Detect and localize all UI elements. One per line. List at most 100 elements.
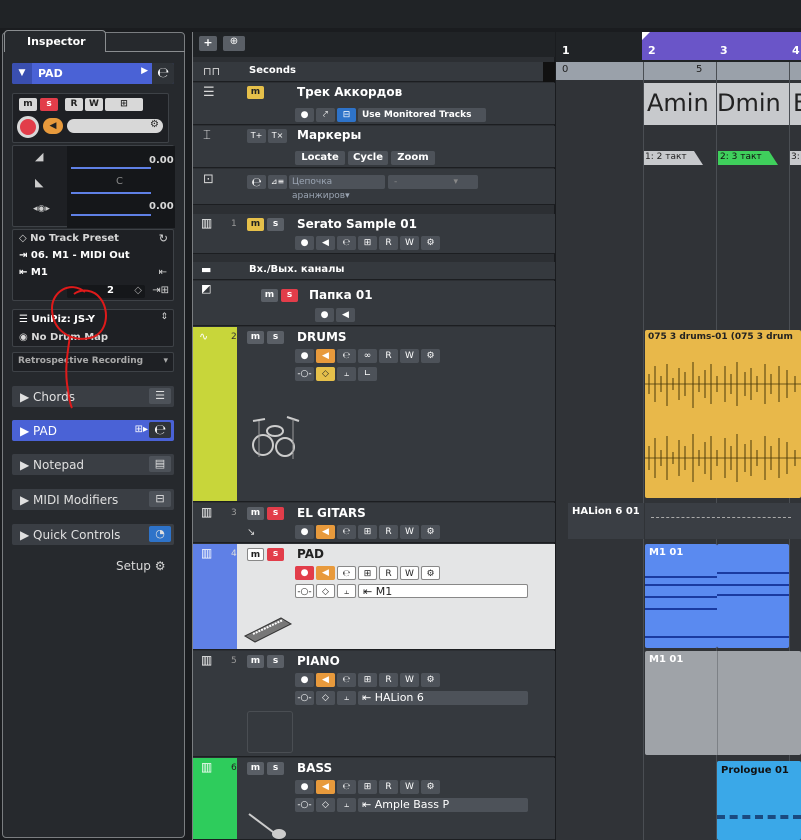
solo-button[interactable]: s: [267, 218, 284, 231]
clip-title: M1 01: [649, 547, 684, 558]
halion-event[interactable]: HALion 6 01: [568, 503, 644, 539]
track-serato[interactable]: ▥ 1 m s Serato Sample 01 ● ◀ ℮ ⊞ R W ⚙: [193, 214, 555, 254]
clip-title: Prologue 01: [721, 765, 789, 776]
locate-button[interactable]: Locate: [295, 151, 345, 165]
track-piano[interactable]: ▥ 5 m s PIANO ● ◀ ℮ ⊞ R W ⚙ -○- ◇ ⫠ ⇤ HA…: [193, 651, 555, 757]
add-track-options-icon[interactable]: ⊕: [223, 36, 245, 51]
instrument-icon: ⊞▸: [134, 424, 148, 435]
mute-button[interactable]: m: [247, 331, 264, 344]
volume-slider[interactable]: [71, 167, 151, 169]
pan-slider[interactable]: [71, 192, 151, 194]
midi-event[interactable]: Prologue 01: [717, 761, 801, 840]
solo-button[interactable]: s: [267, 331, 284, 344]
arranger-event-select[interactable]: - ▾: [388, 175, 478, 189]
read-icon: R: [379, 673, 398, 687]
track-name: BASS: [297, 761, 333, 775]
eq-icon: ⫠: [337, 798, 356, 812]
section-midi-modifiers[interactable]: ▶ MIDI Modifiers ⊟: [12, 489, 174, 510]
mute-button[interactable]: m: [247, 86, 264, 99]
tab-divider: [105, 51, 185, 52]
setup-button[interactable]: Setup ⚙: [116, 559, 166, 573]
track-drums[interactable]: ∿ 2 m s DRUMS ● ◀ ℮ ∞ R W ⚙ -○- ◇ ⫠ ∟: [193, 327, 555, 502]
solo-button[interactable]: s: [267, 762, 284, 775]
stepper-icon[interactable]: ⇕: [160, 312, 168, 322]
inspector-track-header[interactable]: ▼ PAD ▶ ℮: [12, 63, 174, 84]
mute-button[interactable]: m: [247, 507, 264, 520]
cycle-button[interactable]: Cycle: [348, 151, 388, 165]
midi-note: [645, 608, 717, 610]
drums-picture-icon: [252, 416, 300, 459]
chord-event: E: [793, 89, 801, 117]
ruler-track-label: Seconds: [249, 65, 297, 76]
delay-slider[interactable]: [71, 214, 151, 216]
section-pad[interactable]: ▶ PAD ⊞▸ ℮: [12, 420, 174, 441]
chord-lane[interactable]: Amin Dmin E: [643, 83, 801, 125]
monitor-icon: ◀: [336, 308, 355, 322]
output-routing[interactable]: ⇤ M1: [19, 267, 48, 278]
collapse-triangle-icon[interactable]: ▼: [12, 63, 32, 84]
notepad-icon: ▤: [149, 456, 171, 472]
edit-settings-bar[interactable]: ⚙: [67, 119, 163, 133]
folder-track[interactable]: ◩ m s Папка 01 ● ◀: [193, 281, 555, 326]
solo-button[interactable]: s: [40, 98, 58, 111]
marker-event[interactable]: 3:: [790, 151, 801, 165]
lanes-button[interactable]: ⊞: [105, 98, 143, 111]
midi-event[interactable]: M1 01: [645, 544, 717, 648]
zoom-button[interactable]: Zoom: [391, 151, 435, 165]
solo-button[interactable]: s: [267, 655, 284, 668]
solo-button[interactable]: s: [281, 289, 298, 302]
arranger-chain-select[interactable]: Цепочка аранжиров▾: [289, 175, 385, 201]
grid-line: [643, 62, 644, 840]
timeline-ruler[interactable]: 1 2 3 4: [556, 32, 801, 62]
midi-event[interactable]: [645, 503, 801, 539]
output-routing-field[interactable]: ⇤ M1: [358, 584, 528, 598]
instrument-icon: ⊞: [358, 780, 377, 794]
seconds-ruler[interactable]: 0 5: [556, 62, 801, 80]
mute-button[interactable]: m: [247, 548, 264, 561]
mute-button[interactable]: m: [247, 218, 264, 231]
arranger-track[interactable]: ⊡ ℮ ⊿≡ Цепочка аранжиров▾ - ▾: [193, 169, 555, 205]
section-notepad[interactable]: ▶ Notepad ▤: [12, 454, 174, 475]
write-button[interactable]: W: [85, 98, 103, 111]
marker-event[interactable]: 2: 3 такт: [718, 151, 778, 165]
section-quick-controls[interactable]: ▶ Quick Controls ◔: [12, 524, 174, 545]
volume-value[interactable]: 0.00: [149, 155, 174, 166]
read-button[interactable]: R: [65, 98, 83, 111]
record-enable-button[interactable]: [17, 116, 39, 138]
inspector-tab[interactable]: Inspector: [4, 30, 106, 52]
folder-name: Папка 01: [309, 288, 373, 302]
input-icon: ⇥: [19, 250, 31, 261]
edit-instrument-icon[interactable]: ℮: [152, 63, 174, 84]
midi-out[interactable]: ⇥ 06. M1 - MIDI Out: [19, 250, 130, 261]
reload-icon[interactable]: ↻: [159, 232, 168, 245]
folder-icon: ▬: [201, 263, 212, 276]
mute-button[interactable]: m: [247, 655, 264, 668]
solo-button[interactable]: s: [267, 507, 284, 520]
mute-button[interactable]: m: [247, 762, 264, 775]
track-bass[interactable]: ▥ 6 m s BASS ● ◀ ℮ ⊞ R W ⚙ -○- ◇ ⫠ ⇤ Amp…: [193, 758, 555, 840]
add-track-button[interactable]: +: [199, 36, 217, 51]
marker-event[interactable]: 1: 2 такт: [643, 151, 703, 165]
track-preset[interactable]: ◇ No Track Preset: [19, 233, 119, 244]
midi-event[interactable]: M1 01: [645, 651, 801, 755]
audio-event[interactable]: 075 3 drums-01 (075 3 drum: [645, 330, 801, 498]
bar-1: 1: [562, 44, 570, 57]
pan-value[interactable]: C: [116, 176, 123, 187]
monitor-button[interactable]: ◀: [43, 118, 63, 134]
arrow-right-icon: ▶: [141, 66, 148, 76]
midi-event[interactable]: [717, 544, 789, 648]
output-routing-field[interactable]: ⇤ HALion 6: [358, 691, 528, 705]
track-pad[interactable]: ▥ 4 m s PAD ● ◀ ℮ ⊞ R W ⚙ -○- ◇ ⫠ ⇤ M1: [193, 544, 555, 650]
track-number: 2: [231, 332, 237, 342]
io-folder[interactable]: ▬ Вх./Вых. каналы: [193, 262, 555, 280]
track-el-gitars[interactable]: ▥ 3 m s EL GITARS ↘ ● ◀ ℮ ⊞ R W ⚙: [193, 503, 555, 543]
solo-button[interactable]: s: [267, 548, 284, 561]
marker-track[interactable]: ⌶ T+ T× Маркеры Locate Cycle Zoom: [193, 126, 555, 168]
keyboard-icon[interactable]: ⇥⊞: [152, 285, 169, 296]
ruler-track[interactable]: ⊓⊓ Seconds: [193, 62, 555, 82]
output-routing-field[interactable]: ⇤ Ample Bass P: [358, 798, 528, 812]
mute-button[interactable]: m: [19, 98, 37, 111]
chord-track[interactable]: ☰ m Трек Аккордов ● ⤤ ⊟ Use Monitored Tr…: [193, 83, 555, 125]
mute-button[interactable]: m: [261, 289, 278, 302]
delay-value[interactable]: 0.00: [149, 201, 174, 212]
